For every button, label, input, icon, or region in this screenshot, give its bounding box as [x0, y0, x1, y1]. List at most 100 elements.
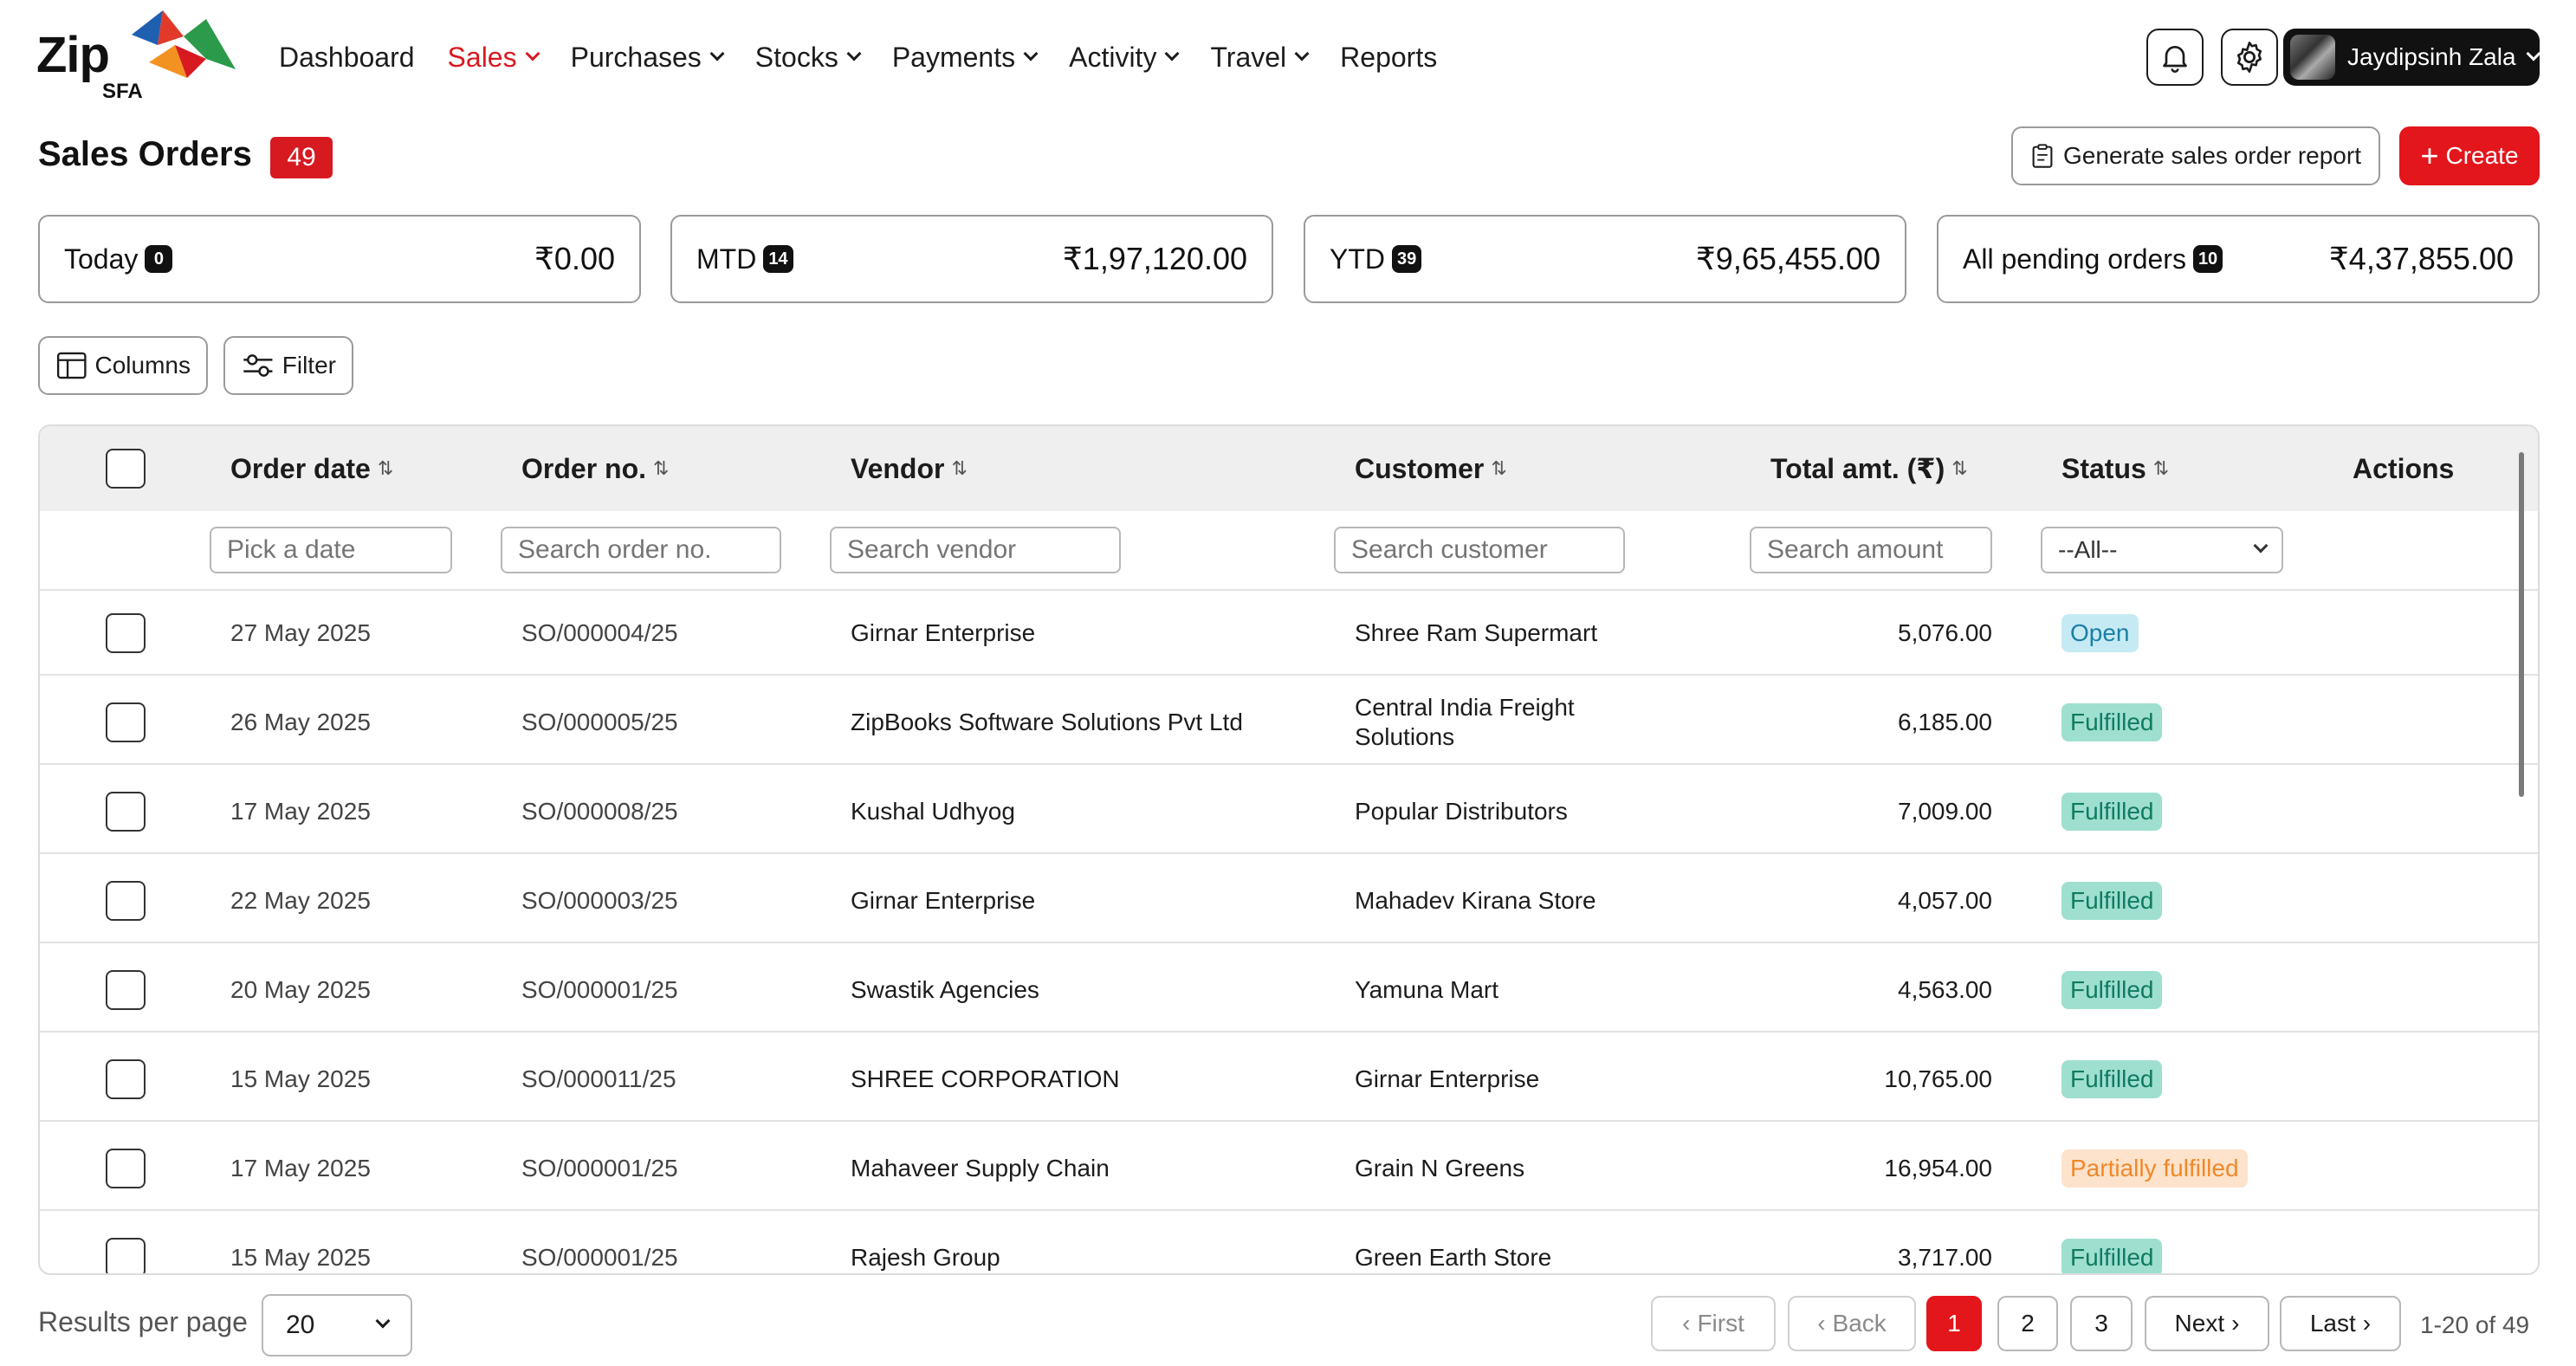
row-checkbox[interactable]: [106, 881, 146, 921]
chevron-down-icon: [2526, 46, 2541, 62]
nav-item-purchases[interactable]: Purchases: [571, 35, 725, 80]
order-number[interactable]: SO/000004/25: [521, 591, 678, 676]
nav-item-reports[interactable]: Reports: [1340, 35, 1437, 80]
chevron-down-icon: [525, 46, 540, 62]
table-row[interactable]: 15 May 2025 SO/000011/25 SHREE CORPORATI…: [40, 1037, 2538, 1122]
order-date: 20 May 2025: [230, 976, 371, 1003]
header-label: Actions: [2353, 452, 2455, 484]
nav-item-payments[interactable]: Payments: [892, 35, 1039, 80]
status-filter-select[interactable]: --All--: [2041, 527, 2283, 573]
customer-name-text: Girnar Enterprise: [1355, 1065, 1539, 1094]
nav-item-activity[interactable]: Activity: [1069, 35, 1180, 80]
summary-value: ₹0.00: [534, 241, 615, 276]
zip-sfa-logo[interactable]: Zip SFA: [36, 10, 236, 106]
avatar: [2290, 35, 2335, 80]
chevron-down-icon: [846, 46, 862, 62]
filter-button[interactable]: Filter: [223, 336, 353, 395]
back-page-button[interactable]: ‹ Back: [1788, 1296, 1916, 1351]
sort-icon[interactable]: ⇅: [378, 457, 393, 480]
nav-item-dashboard[interactable]: Dashboard: [279, 35, 415, 80]
row-checkbox[interactable]: [106, 792, 146, 832]
amount-filter-input[interactable]: [1750, 527, 1992, 573]
page-button-2[interactable]: 2: [1997, 1296, 2058, 1351]
nav-item-label: Dashboard: [279, 41, 415, 73]
generate-report-button[interactable]: Generate sales order report: [2011, 126, 2380, 185]
create-button[interactable]: + Create: [2399, 126, 2540, 185]
sort-icon[interactable]: ⇅: [653, 457, 669, 480]
chevron-down-icon: [1023, 46, 1039, 62]
row-checkbox[interactable]: [106, 702, 146, 742]
customer-line: Popular Distributors: [1355, 798, 1568, 825]
nav-item-sales[interactable]: Sales: [448, 35, 540, 80]
customer-name-text: Grain N Greens: [1355, 1154, 1524, 1183]
order-no-filter-input[interactable]: [501, 527, 781, 573]
notifications-button[interactable]: [2146, 29, 2204, 86]
sort-icon[interactable]: ⇅: [1491, 457, 1506, 480]
header-label: Status: [2061, 452, 2146, 484]
customer-line: Central India Freight: [1355, 694, 1575, 721]
order-number[interactable]: SO/000008/25: [521, 769, 678, 854]
summary-card-pending[interactable]: All pending orders 10 ₹4,37,855.00: [1937, 215, 2540, 303]
sort-icon[interactable]: ⇅: [1951, 457, 1967, 480]
nav-item-stocks[interactable]: Stocks: [755, 35, 862, 80]
order-number[interactable]: SO/000001/25: [521, 1126, 678, 1211]
table-row[interactable]: 27 May 2025 SO/000004/25 Girnar Enterpri…: [40, 591, 2538, 676]
row-checkbox[interactable]: [106, 970, 146, 1010]
first-page-button[interactable]: ‹ First: [1651, 1296, 1776, 1351]
status-cell: Fulfilled: [2061, 948, 2163, 1033]
sort-icon[interactable]: ⇅: [951, 457, 967, 480]
next-page-button[interactable]: Next ›: [2145, 1296, 2269, 1351]
columns-label: Columns: [94, 352, 191, 379]
nav-item-label: Travel: [1210, 41, 1287, 73]
vendor-name: ZipBooks Software Solutions Pvt Ltd: [851, 709, 1243, 735]
status-cell: Fulfilled: [2061, 769, 2163, 854]
user-menu-button[interactable]: Jaydipsinh Zala: [2283, 29, 2541, 86]
last-page-button[interactable]: Last ›: [2280, 1296, 2401, 1351]
column-header-status[interactable]: Status ⇅: [2061, 426, 2169, 511]
table-row[interactable]: 17 May 2025 SO/000001/25 Mahaveer Supply…: [40, 1126, 2538, 1211]
row-checkbox[interactable]: [106, 1149, 146, 1188]
settings-button[interactable]: [2221, 29, 2278, 86]
table-row[interactable]: 15 May 2025 SO/000001/25 Rajesh Group Gr…: [40, 1215, 2538, 1273]
customer-line: Shree Ram Supermart: [1355, 619, 1598, 646]
table-row[interactable]: 20 May 2025 SO/000001/25 Swastik Agencie…: [40, 948, 2538, 1033]
table-row[interactable]: 17 May 2025 SO/000008/25 Kushal Udhyog P…: [40, 769, 2538, 854]
column-header-customer[interactable]: Customer ⇅: [1355, 426, 1507, 511]
order-number[interactable]: SO/000011/25: [521, 1037, 676, 1122]
column-header-order-no[interactable]: Order no. ⇅: [521, 426, 669, 511]
order-number[interactable]: SO/000001/25: [521, 1215, 678, 1273]
summary-card-today[interactable]: Today 0 ₹0.00: [38, 215, 641, 303]
order-number[interactable]: SO/000005/25: [521, 680, 678, 765]
vendor-filter-input[interactable]: [830, 527, 1121, 573]
date-filter-input[interactable]: [210, 527, 452, 573]
row-checkbox[interactable]: [106, 1238, 146, 1273]
summary-card-ytd[interactable]: YTD 39 ₹9,65,455.00: [1304, 215, 1906, 303]
sliders-icon: [243, 354, 273, 377]
select-all-checkbox[interactable]: [106, 449, 146, 489]
order-number[interactable]: SO/000001/25: [521, 948, 678, 1033]
row-checkbox[interactable]: [106, 613, 146, 653]
column-header-total[interactable]: Total amt. (₹) ⇅: [1770, 426, 1968, 511]
column-header-vendor[interactable]: Vendor ⇅: [851, 426, 968, 511]
page-button-3[interactable]: 3: [2070, 1296, 2133, 1351]
results-per-page-select[interactable]: 20: [262, 1294, 412, 1356]
status-badge: Open: [2061, 614, 2139, 652]
table-scrollbar[interactable]: [2519, 452, 2524, 797]
page-button-1[interactable]: 1: [1926, 1296, 1982, 1351]
nav-item-travel[interactable]: Travel: [1210, 35, 1310, 80]
summary-label: MTD 14: [696, 243, 793, 275]
vendor-name: Mahaveer Supply Chain: [851, 1155, 1110, 1181]
customer-filter-input[interactable]: [1334, 527, 1625, 573]
order-date: 15 May 2025: [230, 1065, 371, 1092]
summary-card-mtd[interactable]: MTD 14 ₹1,97,120.00: [670, 215, 1273, 303]
sort-icon[interactable]: ⇅: [2153, 457, 2169, 480]
column-header-order-date[interactable]: Order date ⇅: [230, 426, 393, 511]
columns-button[interactable]: Columns: [38, 336, 208, 395]
summary-value: ₹9,65,455.00: [1695, 241, 1880, 276]
order-number[interactable]: SO/000003/25: [521, 858, 678, 943]
table-row[interactable]: 22 May 2025 SO/000003/25 Girnar Enterpri…: [40, 858, 2538, 943]
table-header: Order date ⇅ Order no. ⇅ Vendor ⇅ Customer ⇅…: [40, 426, 2538, 511]
row-checkbox[interactable]: [106, 1059, 146, 1099]
table-row[interactable]: 26 May 2025 SO/000005/25 ZipBooks Softwa…: [40, 680, 2538, 765]
last-label: Last: [2309, 1310, 2356, 1337]
